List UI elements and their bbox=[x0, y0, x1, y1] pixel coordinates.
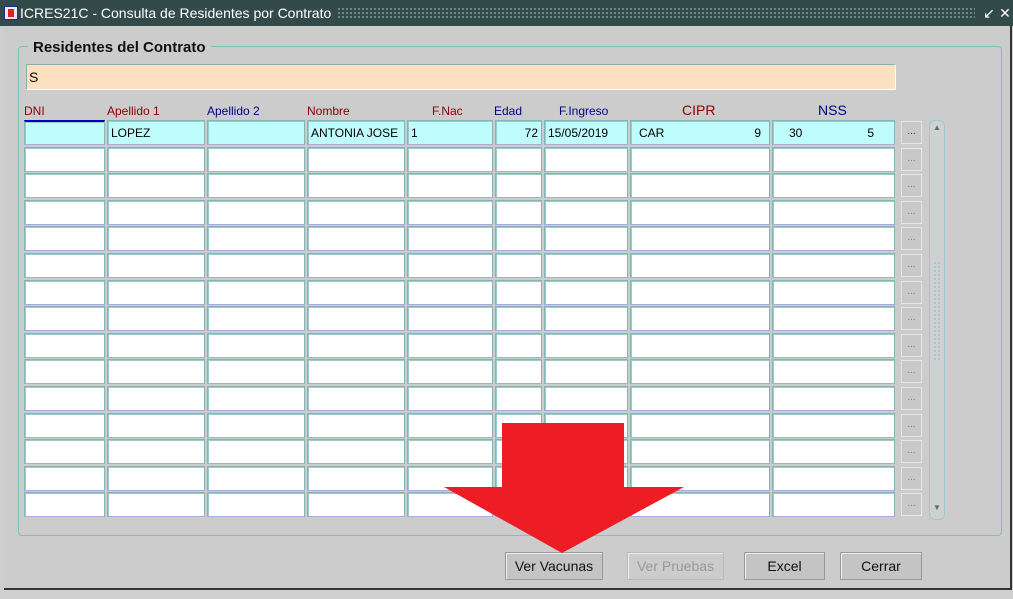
red-arrow-icon bbox=[444, 423, 684, 553]
annotation-arrow bbox=[444, 423, 684, 553]
